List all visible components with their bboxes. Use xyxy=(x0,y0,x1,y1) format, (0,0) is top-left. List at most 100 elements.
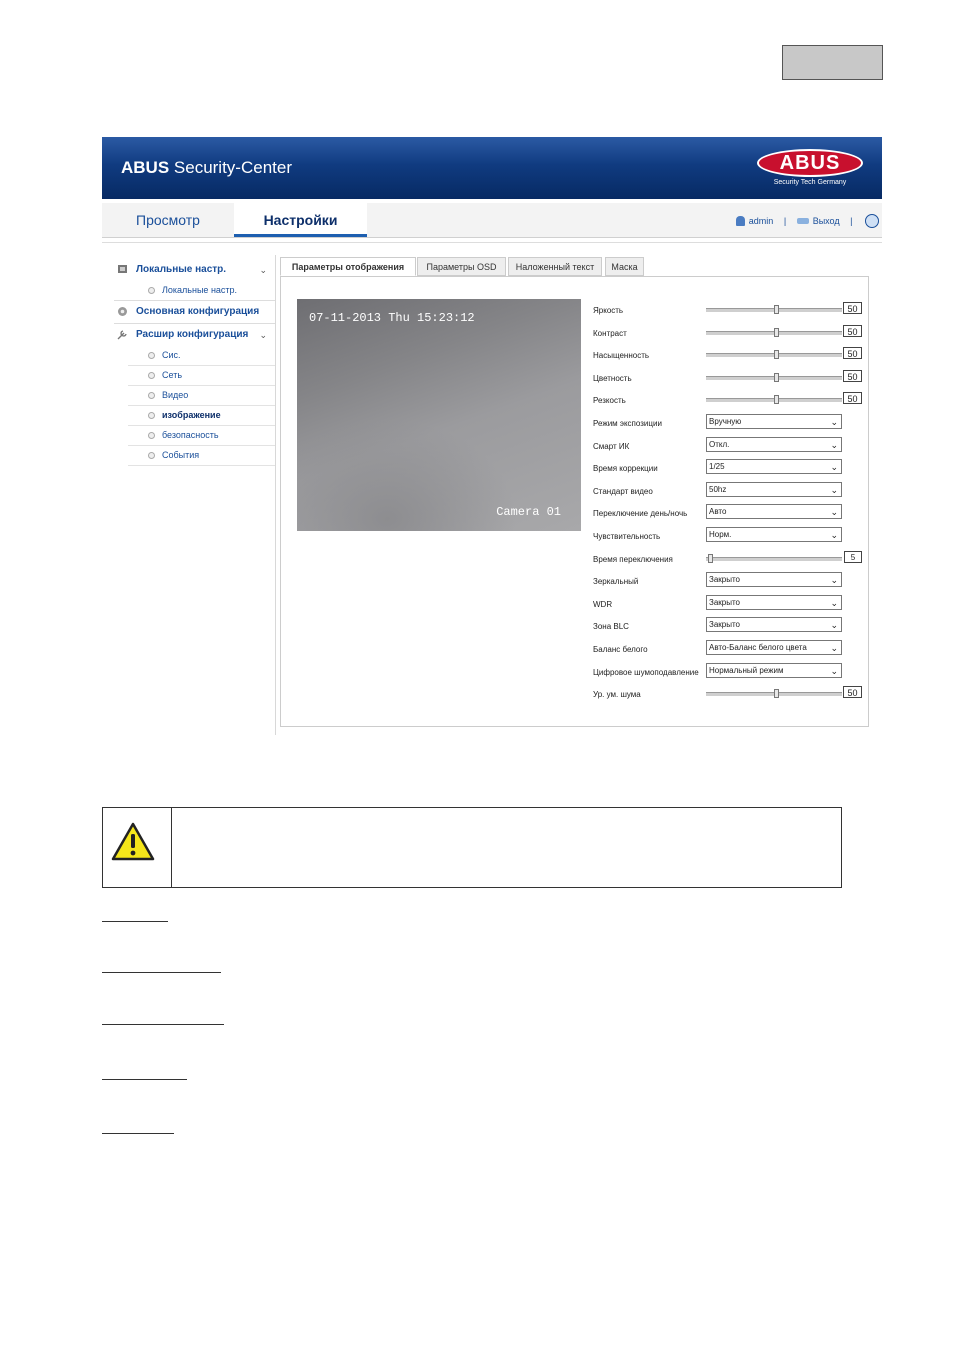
app-banner: ABUS Security-Center ABUS Security Tech … xyxy=(102,137,882,199)
page-header-tab xyxy=(782,45,883,80)
language-globe-icon[interactable] xyxy=(865,213,879,228)
tab-settings[interactable]: Настройки xyxy=(234,203,367,237)
sidebar-section-local[interactable]: Локальные настр. ⌄ xyxy=(114,259,276,281)
contrast-value[interactable]: 50 xyxy=(843,324,862,337)
sidebar: Локальные настр. ⌄ Локальные настр. Осно… xyxy=(114,259,276,466)
sharpness-value[interactable]: 50 xyxy=(843,392,862,405)
separator: | xyxy=(850,215,853,226)
osd-timestamp: 07-11-2013 Thu 15:23:12 xyxy=(309,311,475,325)
slider-thumb[interactable] xyxy=(774,327,779,337)
logo-subtitle: Security Tech Germany xyxy=(773,179,847,186)
chevron-down-icon: ⌄ xyxy=(830,439,838,450)
sidebar-item-network[interactable]: Сеть xyxy=(128,366,276,386)
osd-camera-name: Camera 01 xyxy=(496,505,561,519)
sidebar-item-security[interactable]: безопасность xyxy=(128,426,276,446)
chevron-down-icon: ⌄ xyxy=(830,641,838,654)
sidebar-item-image[interactable]: изображение xyxy=(128,406,276,426)
hue-slider[interactable] xyxy=(706,372,842,382)
switch-time-slider[interactable] xyxy=(706,553,842,563)
saturation-slider[interactable] xyxy=(706,350,842,360)
contrast-slider[interactable] xyxy=(706,327,842,337)
sidebar-item-local-config[interactable]: Локальные настр. xyxy=(128,281,276,300)
noise-level-value[interactable]: 50 xyxy=(843,686,862,699)
user-name-link[interactable]: admin xyxy=(749,204,774,238)
saturation-value[interactable]: 50 xyxy=(843,347,862,360)
switch-time-row: Время переключения 5 xyxy=(593,548,865,571)
brightness-row: Яркость 50 xyxy=(593,299,865,322)
chevron-down-icon: ⌄ xyxy=(830,665,838,676)
tab-osd-settings[interactable]: Параметры OSD xyxy=(417,257,506,276)
slider-thumb[interactable] xyxy=(774,372,779,382)
noise-level-slider[interactable] xyxy=(706,689,842,699)
chevron-down-icon: ⌄ xyxy=(830,484,838,495)
video-standard-row: Стандарт видео 50hz ⌄ xyxy=(593,480,865,503)
heading-underline xyxy=(102,1024,224,1025)
warning-icon xyxy=(111,822,155,861)
slider-thumb[interactable] xyxy=(708,553,713,563)
settings-form: Яркость 50 Контраст 50 Насыщенность 50 Ц… xyxy=(593,299,865,706)
blc-select[interactable]: Закрыто ⌄ xyxy=(706,617,842,633)
sidebar-item-system[interactable]: Сис. xyxy=(128,346,276,366)
day-night-select[interactable]: Авто ⌄ xyxy=(706,504,842,520)
sensitivity-select[interactable]: Норм. ⌄ xyxy=(706,526,842,542)
dnr-select[interactable]: Нормальный режим ⌄ xyxy=(706,662,842,678)
exposure-mode-select[interactable]: Вручную ⌄ xyxy=(706,413,842,429)
white-balance-select[interactable]: Авто-Баланс белого цвета ⌄ xyxy=(706,639,842,655)
video-preview: 07-11-2013 Thu 15:23:12 Camera 01 xyxy=(297,299,581,531)
security-center-window: ABUS Security-Center ABUS Security Tech … xyxy=(102,137,882,737)
sharpness-row: Резкость 50 xyxy=(593,389,865,412)
bullet-icon xyxy=(148,287,155,294)
gear-icon xyxy=(118,307,127,316)
local-settings-icon xyxy=(118,265,127,273)
chevron-down-icon: ⌄ xyxy=(830,597,838,608)
hue-value[interactable]: 50 xyxy=(843,369,862,382)
switch-time-value[interactable]: 5 xyxy=(844,550,862,563)
slider-thumb[interactable] xyxy=(774,689,779,699)
slider-thumb[interactable] xyxy=(774,305,779,314)
day-night-row: Переключение день/ночь Авто ⌄ xyxy=(593,502,865,525)
tab-text-overlay[interactable]: Наложенный текст xyxy=(508,257,602,276)
warning-box xyxy=(102,807,842,888)
app-title: ABUS Security-Center xyxy=(121,158,292,177)
sidebar-item-video[interactable]: Видео xyxy=(128,386,276,406)
heading-underline xyxy=(102,1079,187,1080)
chevron-down-icon: ⌄ xyxy=(830,620,838,631)
slider-thumb[interactable] xyxy=(774,395,779,405)
bullet-icon xyxy=(148,452,155,459)
slider-thumb[interactable] xyxy=(774,350,779,360)
bullet-icon xyxy=(148,372,155,379)
shutter-select[interactable]: 1/25 ⌄ xyxy=(706,459,842,475)
mirror-select[interactable]: Закрыто ⌄ xyxy=(706,572,842,588)
dnr-row: Цифровое шумоподавление Нормальный режим… xyxy=(593,661,865,684)
video-standard-select[interactable]: 50hz ⌄ xyxy=(706,481,842,497)
brightness-value[interactable]: 50 xyxy=(843,302,862,314)
top-nav: Просмотр Настройки admin | Выход | xyxy=(102,203,882,238)
chevron-down-icon: ⌄ xyxy=(259,265,267,275)
hue-row: Цветность 50 xyxy=(593,367,865,390)
saturation-row: Насыщенность 50 xyxy=(593,344,865,367)
tab-display-settings[interactable]: Параметры отображения xyxy=(280,257,416,276)
wdr-select[interactable]: Закрыто ⌄ xyxy=(706,594,842,610)
chevron-down-icon: ⌄ xyxy=(259,330,267,340)
white-balance-row: Баланс белого Авто-Баланс белого цвета ⌄ xyxy=(593,638,865,661)
sidebar-section-basic[interactable]: Основная конфигурация xyxy=(114,301,276,323)
chevron-down-icon: ⌄ xyxy=(830,575,838,586)
user-icon xyxy=(735,215,745,226)
image-settings-panel: 07-11-2013 Thu 15:23:12 Camera 01 Яркост… xyxy=(280,276,869,727)
bullet-icon xyxy=(148,432,155,439)
shutter-row: Время коррекции 1/25 ⌄ xyxy=(593,457,865,480)
logout-link[interactable]: Выход xyxy=(813,204,840,238)
sharpness-slider[interactable] xyxy=(706,395,842,405)
sidebar-item-events[interactable]: События xyxy=(128,446,276,466)
user-controls: admin | Выход | xyxy=(735,203,882,238)
tab-live-view[interactable]: Просмотр xyxy=(102,203,234,237)
divider xyxy=(102,242,882,243)
brightness-slider[interactable] xyxy=(706,305,842,314)
smart-ir-select[interactable]: Откл. ⌄ xyxy=(706,436,842,452)
logout-icon xyxy=(796,217,809,224)
heading-underline xyxy=(102,1133,174,1134)
divider xyxy=(275,255,276,735)
sidebar-section-advanced[interactable]: Расшир конфигурация ⌄ xyxy=(114,324,276,346)
mirror-row: Зеркальный Закрыто ⌄ xyxy=(593,570,865,593)
tab-privacy-mask[interactable]: Маска xyxy=(605,257,644,276)
